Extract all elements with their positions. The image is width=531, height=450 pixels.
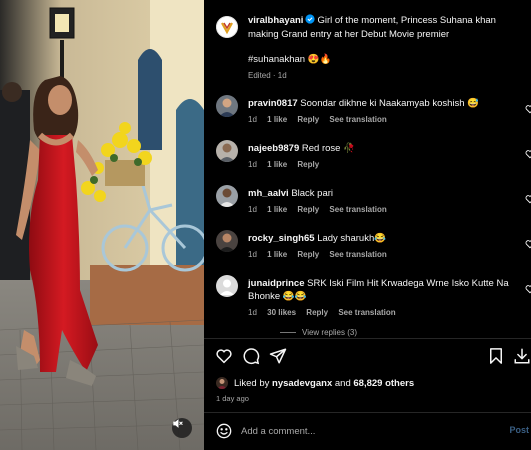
comment-age: 1d <box>248 205 257 214</box>
comment-body: Red rose 🥀 <box>301 143 355 154</box>
comment-like-heart-icon[interactable] <box>525 191 531 204</box>
post-time-ago[interactable]: 1 day ago <box>216 394 249 403</box>
comment-reply-button[interactable]: Reply <box>297 115 319 124</box>
comments-list[interactable]: pravin0817 Soondar dikhne ki Naakamyab k… <box>216 95 531 337</box>
commenter-avatar[interactable] <box>216 95 238 117</box>
post-photo <box>0 0 204 450</box>
comment-reply-button[interactable]: Reply <box>306 308 328 317</box>
post-comment-button[interactable]: Post <box>509 425 529 435</box>
comment-body: Lady sharukh😂 <box>317 233 387 244</box>
comment-like-heart-icon[interactable] <box>525 236 531 249</box>
comment-reply-button[interactable]: Reply <box>297 250 319 259</box>
bookmark-icon[interactable] <box>487 347 505 365</box>
comment-item: pravin0817 Soondar dikhne ki Naakamyab k… <box>216 95 531 135</box>
comment-age: 1d <box>248 308 257 317</box>
post-media[interactable] <box>0 0 204 450</box>
comment-meta: 1d 1 like Reply <box>248 160 327 169</box>
comment-text-block: rocky_singh65 Lady sharukh😂 <box>248 232 518 245</box>
comment-item: najeeb9879 Red rose 🥀 1d 1 like Reply <box>216 140 531 180</box>
comment-meta: 1d 1 like Reply See translation <box>248 115 395 124</box>
caption-hashtags[interactable]: #suhanakhan 😍🔥 <box>248 54 331 65</box>
see-translation-button[interactable]: See translation <box>329 115 386 124</box>
comment-text-block: pravin0817 Soondar dikhne ki Naakamyab k… <box>248 97 518 110</box>
mute-button[interactable] <box>172 418 192 438</box>
comment-likes-count[interactable]: 1 like <box>267 115 287 124</box>
author-avatar[interactable] <box>216 16 238 38</box>
send-icon[interactable] <box>269 347 287 365</box>
comment-like-heart-icon[interactable] <box>525 146 531 159</box>
see-translation-button[interactable]: See translation <box>329 250 386 259</box>
liked-by-username[interactable]: nysadevganx <box>272 378 332 389</box>
comment-meta: 1d 30 likes Reply See translation <box>248 308 404 317</box>
comment-reply-button[interactable]: Reply <box>297 205 319 214</box>
comment-likes-count[interactable]: 1 like <box>267 160 287 169</box>
download-icon[interactable] <box>513 347 531 365</box>
liker-avatar[interactable] <box>216 377 228 389</box>
post-panel: viralbhayani Girl of the moment, Princess… <box>204 0 531 450</box>
liked-by-prefix: Liked by <box>234 377 270 389</box>
add-comment-input[interactable] <box>241 424 491 438</box>
comment-like-heart-icon[interactable] <box>525 101 531 114</box>
see-translation-button[interactable]: See translation <box>338 308 395 317</box>
comment-item: junaidprince SRK Iski Film Hit Krwadega … <box>216 275 531 327</box>
comment-username[interactable]: rocky_singh65 <box>248 233 315 244</box>
liked-by-and: and <box>334 377 351 389</box>
commenter-avatar[interactable] <box>216 230 238 252</box>
comment-body: Black pari <box>291 188 334 199</box>
comment-text-block: najeeb9879 Red rose 🥀 <box>248 142 518 155</box>
divider <box>204 338 531 339</box>
action-bar <box>204 343 531 369</box>
see-translation-button[interactable]: See translation <box>329 205 386 214</box>
author-logo-icon <box>216 16 238 38</box>
comment-reply-button[interactable]: Reply <box>297 160 319 169</box>
likes-others-count[interactable]: 68,829 others <box>353 378 414 389</box>
comment-likes-count[interactable]: 1 like <box>267 250 287 259</box>
caption-text-block: viralbhayani Girl of the moment, Princess… <box>248 14 528 41</box>
comment-username[interactable]: najeeb9879 <box>248 143 299 154</box>
comment-item: mh_aalvi Black pari 1d 1 like Reply See … <box>216 185 531 225</box>
comment-text-block: mh_aalvi Black pari <box>248 187 518 200</box>
verified-badge-icon <box>305 14 316 28</box>
comment-username[interactable]: junaidprince <box>248 278 304 289</box>
author-username[interactable]: viralbhayani <box>248 15 303 26</box>
commenter-avatar[interactable] <box>216 275 238 297</box>
view-replies-button[interactable]: View replies (3) <box>280 328 357 337</box>
comment-age: 1d <box>248 115 257 124</box>
comment-meta: 1d 1 like Reply See translation <box>248 205 395 214</box>
heart-icon[interactable] <box>215 347 233 365</box>
comment-age: 1d <box>248 160 257 169</box>
comment-likes-count[interactable]: 30 likes <box>267 308 296 317</box>
commenter-avatar[interactable] <box>216 140 238 162</box>
comment-likes-count[interactable]: 1 like <box>267 205 287 214</box>
likes-summary: Liked by nysadevganx and 68,829 others <box>216 377 414 389</box>
comment-composer: Post <box>204 413 531 450</box>
emoji-icon[interactable] <box>216 423 232 439</box>
comment-meta: 1d 1 like Reply See translation <box>248 250 395 259</box>
edited-timestamp: Edited · 1d <box>248 71 287 80</box>
commenter-avatar[interactable] <box>216 185 238 207</box>
comment-age: 1d <box>248 250 257 259</box>
comment-icon[interactable] <box>242 347 260 365</box>
comment-item: rocky_singh65 Lady sharukh😂 1d 1 like Re… <box>216 230 531 270</box>
comment-body: Soondar dikhne ki Naakamyab koshish 😅 <box>300 98 479 109</box>
comment-text-block: junaidprince SRK Iski Film Hit Krwadega … <box>248 277 518 303</box>
comment-username[interactable]: mh_aalvi <box>248 188 289 199</box>
comment-username[interactable]: pravin0817 <box>248 98 298 109</box>
comment-like-heart-icon[interactable] <box>525 281 531 294</box>
